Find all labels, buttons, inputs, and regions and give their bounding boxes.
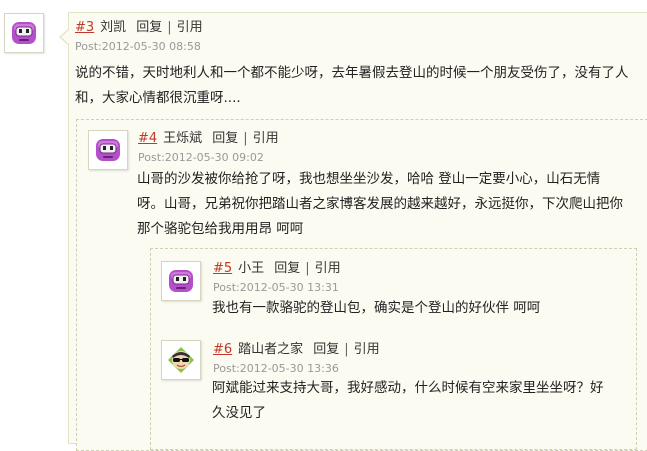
comment-line: 我也有一款骆驼的登山包，确实是个登山的好伙伴 呵呵 — [212, 300, 541, 316]
separator: | — [305, 261, 310, 276]
floor-link[interactable]: #4 — [138, 131, 157, 146]
quote-link[interactable]: 引用 — [354, 342, 380, 357]
reply-link[interactable]: 回复 — [212, 131, 238, 146]
comment-line: 阿斌能过来支持大哥，我好感动，什么时候有空来家里坐坐呀？好 — [212, 380, 604, 396]
avatar-wangshuobin[interactable] — [88, 130, 128, 170]
reply-link[interactable]: 回复 — [313, 342, 339, 357]
comment-header-3: #3 刘凯 回复 | 引用 — [75, 20, 203, 36]
post-timestamp: Post:2012-05-30 09:02 — [138, 151, 264, 164]
comment-body-5: 我也有一款骆驼的登山包，确实是个登山的好伙伴 呵呵 — [212, 296, 632, 321]
comment-line: 呀。山哥，兄弟祝你把踏山者之家博客发展的越来越好，永远挺你，下次爬山把你 — [137, 196, 623, 212]
username: 刘凯 — [100, 20, 127, 35]
purple-face-avatar-icon — [8, 17, 40, 49]
purple-face-avatar-icon — [92, 134, 124, 166]
speech-pointer-inner — [61, 29, 70, 45]
floor-link[interactable]: #5 — [213, 261, 232, 276]
quote-link[interactable]: 引用 — [315, 261, 341, 276]
avatar-liukai[interactable] — [4, 13, 44, 53]
comment-body-4: 山哥的沙发被你给抢了呀，我也想坐坐沙发，哈哈 登山一定要小心，山石无情 呀。山哥… — [137, 167, 642, 242]
reply-link[interactable]: 回复 — [136, 20, 162, 35]
post-timestamp: Post:2012-05-30 08:58 — [75, 40, 201, 53]
comment-line: 山哥的沙发被你给抢了呀，我也想坐坐沙发，哈哈 登山一定要小心，山石无情 — [137, 171, 601, 187]
post-timestamp: Post:2012-05-30 13:31 — [213, 281, 339, 294]
comment-header-6: #6 踏山者之家 回复 | 引用 — [213, 342, 380, 358]
avatar-xiaowang[interactable] — [161, 261, 201, 301]
comment-line: 那个骆驼包给我用用昂 呵呵 — [137, 221, 304, 237]
separator: | — [243, 131, 248, 146]
comment-body-3: 说的不错，天时地利人和一个都不能少呀，去年暑假去登山的时候一个朋友受伤了，没有了… — [75, 61, 647, 111]
comment-line: 说的不错，天时地利人和一个都不能少呀，去年暑假去登山的时候一个朋友受伤了，没有了… — [75, 65, 629, 81]
reply-link[interactable]: 回复 — [274, 261, 300, 276]
comment-header-4: #4 王烁斌 回复 | 引用 — [138, 131, 279, 147]
quote-link[interactable]: 引用 — [253, 131, 279, 146]
avatar-tashanzhezhijia[interactable] — [161, 340, 201, 380]
username: 王烁斌 — [163, 131, 203, 146]
separator: | — [344, 342, 349, 357]
username: 小王 — [238, 261, 265, 276]
comment-body-6: 阿斌能过来支持大哥，我好感动，什么时候有空来家里坐坐呀？好 久没见了 — [212, 376, 632, 426]
separator: | — [167, 20, 172, 35]
quote-link[interactable]: 引用 — [177, 20, 203, 35]
username: 踏山者之家 — [238, 342, 304, 357]
comment-header-5: #5 小王 回复 | 引用 — [213, 261, 341, 277]
comment-line: 久没见了 — [212, 405, 266, 421]
sunglasses-face-avatar-icon — [165, 344, 197, 376]
purple-face-avatar-icon — [165, 265, 197, 297]
floor-link[interactable]: #6 — [213, 342, 232, 357]
comment-line: 和，大家心情都很沉重呀.... — [75, 90, 241, 106]
post-timestamp: Post:2012-05-30 13:36 — [213, 362, 339, 375]
floor-link[interactable]: #3 — [75, 20, 94, 35]
